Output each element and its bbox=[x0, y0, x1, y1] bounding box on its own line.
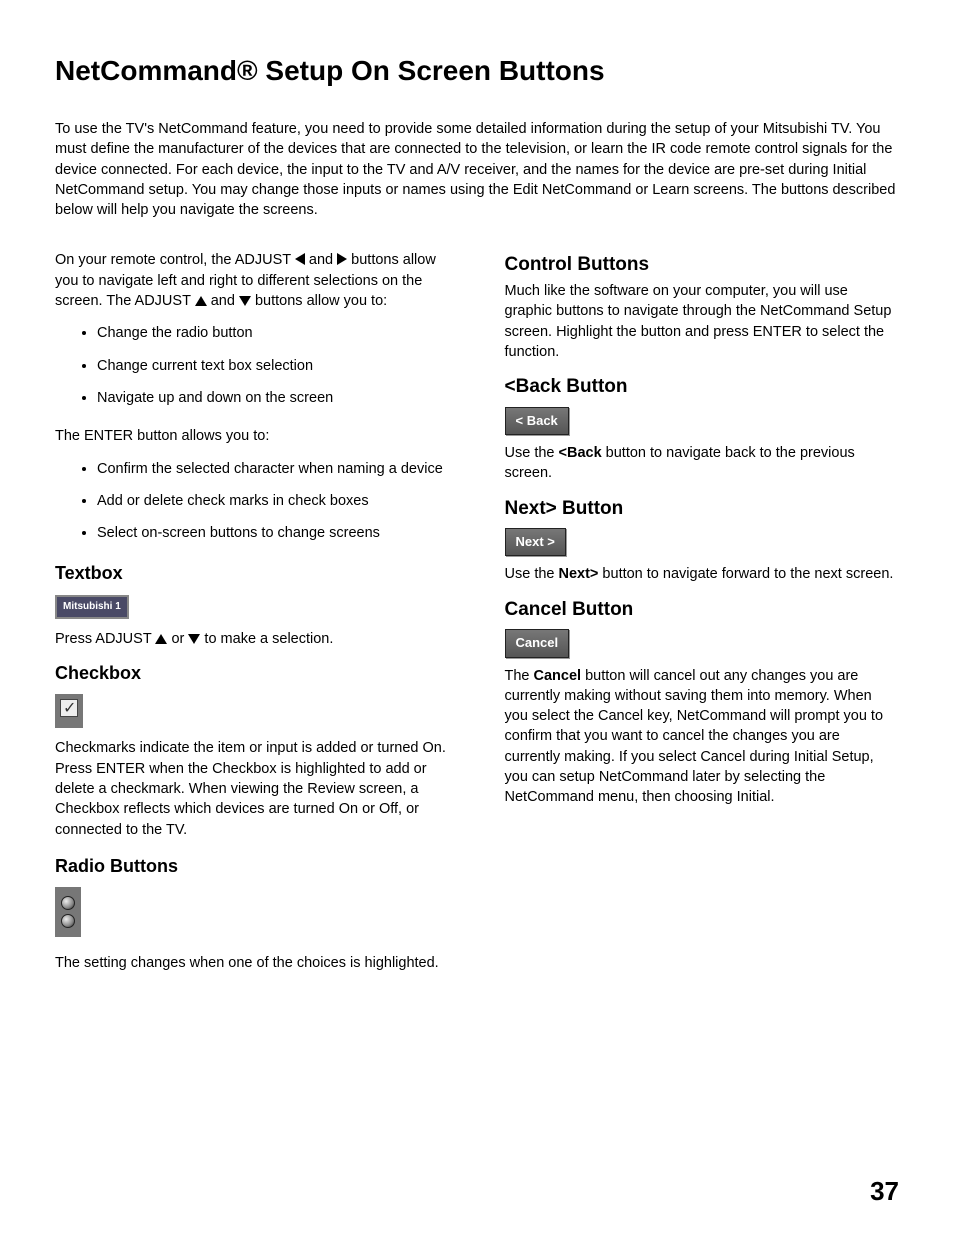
text: button will cancel out any changes you a… bbox=[505, 668, 884, 806]
triangle-down-icon bbox=[239, 296, 251, 306]
control-desc: Much like the software on your computer,… bbox=[505, 281, 900, 362]
left-column: On your remote control, the ADJUST and b… bbox=[55, 250, 450, 985]
text: Use the bbox=[505, 445, 559, 461]
text: or bbox=[167, 631, 188, 647]
enter-lead: The ENTER button allows you to: bbox=[55, 426, 450, 446]
textbox-heading: Textbox bbox=[55, 561, 450, 586]
text-bold: <Back bbox=[559, 445, 602, 461]
text: and bbox=[305, 252, 337, 268]
textbox-desc: Press ADJUST or to make a selection. bbox=[55, 629, 450, 649]
control-heading: Control Buttons bbox=[505, 252, 900, 279]
adjust-paragraph: On your remote control, the ADJUST and b… bbox=[55, 250, 450, 311]
page-number: 37 bbox=[870, 1176, 899, 1207]
radio-icon bbox=[61, 896, 75, 910]
text: button to navigate forward to the next s… bbox=[598, 566, 893, 582]
list-item: Navigate up and down on the screen bbox=[97, 388, 450, 408]
page-title: NetCommand® Setup On Screen Buttons bbox=[55, 55, 899, 87]
check-icon bbox=[60, 699, 78, 717]
cancel-desc: The Cancel button will cancel out any ch… bbox=[505, 666, 900, 808]
cancel-button-sample: Cancel bbox=[505, 629, 570, 657]
radio-icon bbox=[61, 914, 75, 928]
enter-bullets: Confirm the selected character when nami… bbox=[97, 459, 450, 544]
text: Use the bbox=[505, 566, 559, 582]
triangle-right-icon bbox=[337, 253, 347, 265]
right-column: Control Buttons Much like the software o… bbox=[505, 250, 900, 985]
next-desc: Use the Next> button to navigate forward… bbox=[505, 564, 900, 584]
triangle-up-icon bbox=[155, 634, 167, 644]
radio-desc: The setting changes when one of the choi… bbox=[55, 953, 450, 973]
list-item: Add or delete check marks in check boxes bbox=[97, 491, 450, 511]
checkbox-desc: Checkmarks indicate the item or input is… bbox=[55, 738, 450, 839]
text: Press ADJUST bbox=[55, 631, 155, 647]
text: The bbox=[505, 668, 534, 684]
checkbox-heading: Checkbox bbox=[55, 661, 450, 686]
back-heading: <Back Button bbox=[505, 374, 900, 401]
list-item: Change the radio button bbox=[97, 323, 450, 343]
back-desc: Use the <Back button to navigate back to… bbox=[505, 443, 900, 484]
text: to make a selection. bbox=[200, 631, 333, 647]
textbox-sample: Mitsubishi 1 bbox=[55, 595, 129, 619]
list-item: Change current text box selection bbox=[97, 356, 450, 376]
intro-text: To use the TV's NetCommand feature, you … bbox=[55, 119, 899, 220]
text-bold: Cancel bbox=[534, 668, 582, 684]
list-item: Select on-screen buttons to change scree… bbox=[97, 523, 450, 543]
text: On your remote control, the ADJUST bbox=[55, 252, 295, 268]
text-bold: Next> bbox=[559, 566, 599, 582]
text: and bbox=[207, 293, 239, 309]
triangle-left-icon bbox=[295, 253, 305, 265]
back-button-sample: < Back bbox=[505, 407, 569, 435]
radio-heading: Radio Buttons bbox=[55, 854, 450, 879]
list-item: Confirm the selected character when nami… bbox=[97, 459, 450, 479]
next-button-sample: Next > bbox=[505, 528, 566, 556]
adjust-bullets: Change the radio button Change current t… bbox=[97, 323, 450, 408]
cancel-heading: Cancel Button bbox=[505, 597, 900, 624]
radio-sample bbox=[55, 887, 81, 937]
checkbox-sample bbox=[55, 694, 83, 728]
text: buttons allow you to: bbox=[251, 293, 387, 309]
triangle-down-icon bbox=[188, 634, 200, 644]
next-heading: Next> Button bbox=[505, 496, 900, 523]
triangle-up-icon bbox=[195, 296, 207, 306]
